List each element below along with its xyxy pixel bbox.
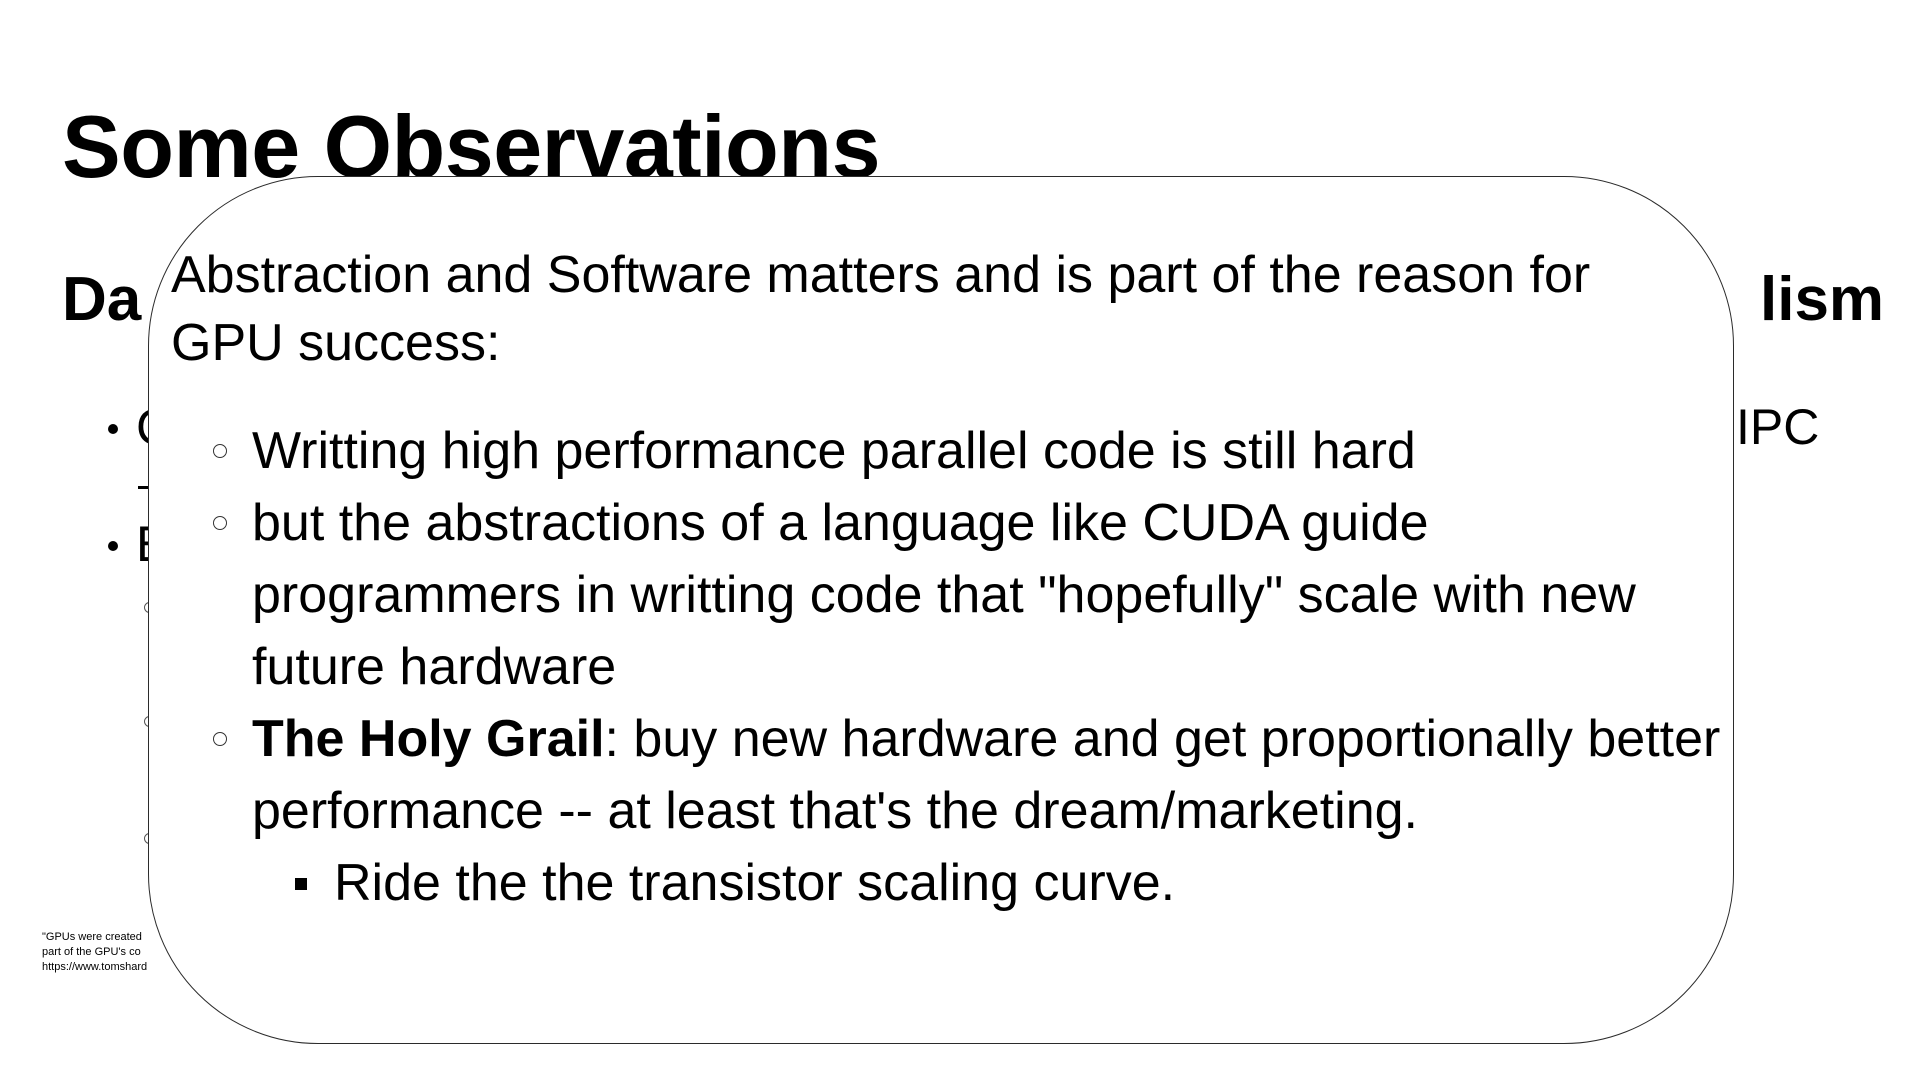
square-bullet-icon: [295, 878, 307, 890]
list-subitem-text: Ride the the transistor scaling curve.: [334, 854, 1176, 912]
background-bullet-1-right: IPC: [1736, 399, 1820, 455]
list-item: but the abstractions of a language like …: [149, 487, 1722, 703]
slide: Some Observations Da lism C IPC E "GPUs …: [0, 0, 1920, 1081]
footnote-line: https://www.tomshard: [42, 961, 148, 973]
background-heading-right: lism: [1760, 265, 1885, 334]
background-bullet-dot: [108, 424, 118, 434]
background-heading-left: Da: [62, 265, 142, 334]
overlay-bullet-list: Writting high performance parallel code …: [149, 415, 1735, 919]
overlay-heading: Abstraction and Software matters and is …: [171, 246, 1591, 372]
hollow-circle-bullet-icon: [213, 732, 227, 746]
list-item-text: but the abstractions of a language like …: [252, 494, 1636, 696]
hollow-circle-bullet-icon: [213, 516, 227, 530]
list-item: Writting high performance parallel code …: [149, 415, 1722, 487]
list-subitem: Ride the the transistor scaling curve.: [149, 847, 1714, 919]
background-bullet-dot: [108, 541, 118, 551]
list-item: The Holy Grail: buy new hardware and get…: [149, 703, 1722, 847]
list-item-bold-text: The Holy Grail: [252, 710, 605, 768]
callout-overlay: Abstraction and Software matters and is …: [148, 176, 1734, 1044]
list-item-text: Writting high performance parallel code …: [252, 422, 1416, 480]
footnote-line: part of the GPU's co: [42, 946, 141, 958]
hollow-circle-bullet-icon: [213, 444, 227, 458]
